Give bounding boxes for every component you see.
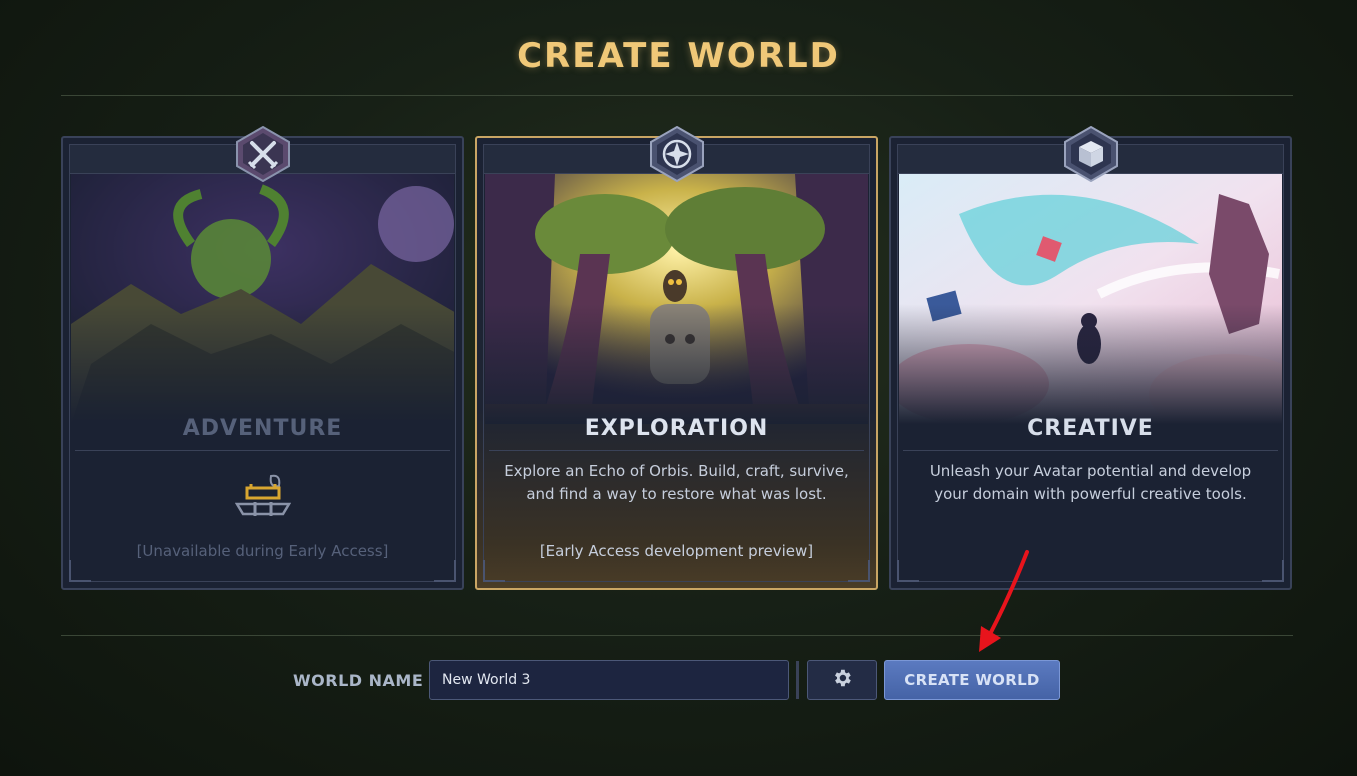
construction-icon bbox=[234, 472, 292, 522]
corner-ornament bbox=[897, 560, 919, 582]
adventure-artwork bbox=[71, 174, 454, 424]
top-divider bbox=[61, 95, 1293, 96]
create-world-button[interactable]: CREATE WORLD bbox=[884, 660, 1060, 700]
corner-ornament bbox=[69, 560, 91, 582]
mode-note: [Unavailable during Early Access] bbox=[136, 542, 389, 560]
annotation-arrow bbox=[979, 550, 1029, 652]
corner-ornament bbox=[848, 560, 870, 582]
page-title: CREATE WORLD bbox=[517, 36, 840, 76]
mode-note: [Early Access development preview] bbox=[539, 542, 814, 560]
settings-button[interactable] bbox=[807, 660, 877, 700]
corner-ornament bbox=[483, 560, 505, 582]
mode-name: ADVENTURE bbox=[182, 416, 343, 441]
mode-name: CREATIVE bbox=[1027, 416, 1154, 441]
mode-description: Explore an Echo of Orbis. Build, craft, … bbox=[504, 462, 849, 503]
world-settings-bar: WORLD NAME CREATE WORLD bbox=[0, 659, 1357, 701]
corner-ornament bbox=[434, 560, 456, 582]
cube-icon bbox=[1063, 125, 1119, 183]
mode-card-creative[interactable]: CREATIVE Unleash your Avatar potential a… bbox=[889, 125, 1292, 590]
creative-artwork bbox=[899, 174, 1282, 424]
mode-description: Unleash your Avatar potential and develo… bbox=[929, 462, 1252, 503]
world-name-input[interactable] bbox=[429, 660, 789, 700]
compass-star-icon bbox=[649, 125, 705, 183]
vertical-divider bbox=[796, 661, 799, 699]
gear-icon bbox=[831, 667, 853, 693]
card-separator bbox=[75, 450, 450, 451]
mode-name: EXPLORATION bbox=[584, 416, 769, 441]
card-separator bbox=[489, 450, 864, 451]
corner-ornament bbox=[1262, 560, 1284, 582]
mode-card-adventure[interactable]: ADVENTURE [Unavailable during Early Acce… bbox=[61, 125, 464, 590]
world-name-label: WORLD NAME bbox=[293, 671, 424, 690]
bottom-divider bbox=[61, 635, 1293, 636]
card-separator bbox=[903, 450, 1278, 451]
crossed-swords-icon bbox=[235, 125, 291, 183]
mode-card-exploration[interactable]: EXPLORATION Explore an Echo of Orbis. Bu… bbox=[475, 125, 878, 590]
exploration-artwork bbox=[485, 174, 868, 424]
